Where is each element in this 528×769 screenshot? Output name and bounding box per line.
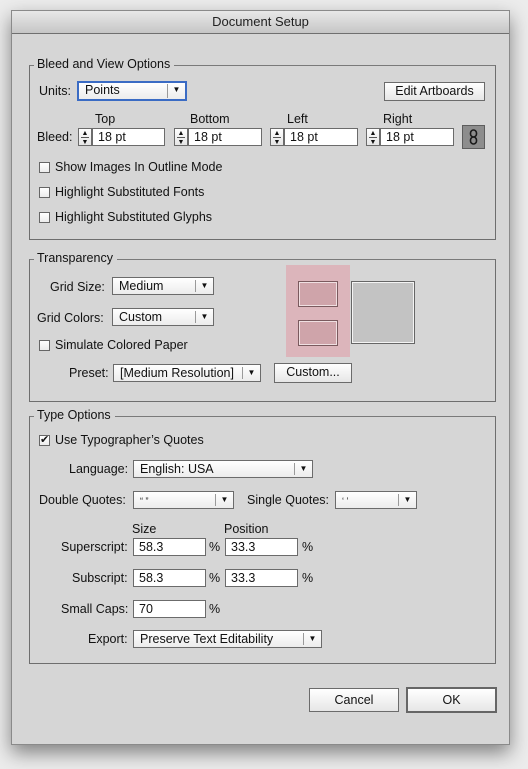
export-select[interactable]: Preserve Text Editability ▼ xyxy=(133,630,322,648)
small-caps-label: Small Caps: xyxy=(61,602,129,616)
superscript-position-percent: % xyxy=(302,540,314,554)
grid-color-preview xyxy=(286,265,350,357)
subscript-size-input[interactable]: 58.3 xyxy=(133,569,206,587)
dropdown-arrow-icon: ▼ xyxy=(398,494,416,506)
superscript-position-input[interactable]: 33.3 xyxy=(225,538,298,556)
bleed-left-stepper[interactable]: ▲ ▼ xyxy=(270,128,284,146)
highlight-glyphs-checkbox[interactable] xyxy=(39,212,50,223)
subscript-position-percent: % xyxy=(302,571,314,585)
stepper-up-icon: ▲ xyxy=(369,130,377,137)
bleed-left-input[interactable]: 18 pt xyxy=(284,128,358,146)
grid-swatch-2[interactable] xyxy=(298,320,338,346)
language-select[interactable]: English: USA ▼ xyxy=(133,460,313,478)
subscript-size-percent: % xyxy=(209,571,221,585)
grid-colors-label: Grid Colors: xyxy=(37,311,104,325)
edit-artboards-button[interactable]: Edit Artboards xyxy=(384,82,485,101)
stepper-up-icon: ▲ xyxy=(177,130,185,137)
chain-link-icon xyxy=(469,129,478,145)
export-value: Preserve Text Editability xyxy=(140,632,274,646)
bleed-top-input[interactable]: 18 pt xyxy=(92,128,165,146)
stepper-down-icon: ▼ xyxy=(369,139,377,146)
window-title: Document Setup xyxy=(12,11,509,34)
grid-size-value: Medium xyxy=(119,279,164,293)
dropdown-arrow-icon: ▼ xyxy=(195,280,213,292)
position-header: Position xyxy=(224,522,269,536)
bleed-right-label: Right xyxy=(383,112,413,126)
grid-colors-select[interactable]: Custom ▼ xyxy=(112,308,214,326)
single-quotes-value: ‘ ’ xyxy=(342,496,349,506)
superscript-label: Superscript: xyxy=(61,540,128,554)
bleed-left-label: Left xyxy=(287,112,308,126)
typographers-quotes-checkbox[interactable]: ✔ xyxy=(39,435,50,446)
preset-label: Preset: xyxy=(69,366,109,380)
dropdown-arrow-icon: ▼ xyxy=(167,84,185,98)
double-quotes-select[interactable]: “ ” ▼ xyxy=(133,491,234,509)
single-quotes-label: Single Quotes: xyxy=(247,493,329,507)
dropdown-arrow-icon: ▼ xyxy=(195,311,213,323)
superscript-size-input[interactable]: 58.3 xyxy=(133,538,206,556)
highlight-glyphs-label: Highlight Substituted Glyphs xyxy=(55,210,213,224)
show-images-outline-label: Show Images In Outline Mode xyxy=(55,160,223,174)
bleed-right-input[interactable]: 18 pt xyxy=(380,128,454,146)
dropdown-arrow-icon: ▼ xyxy=(294,463,312,475)
preset-select[interactable]: [Medium Resolution] ▼ xyxy=(113,364,261,382)
typographers-quotes-label: Use Typographer’s Quotes xyxy=(55,433,204,447)
language-label: Language: xyxy=(69,462,129,476)
units-value: Points xyxy=(85,83,120,97)
bleed-top-label: Top xyxy=(95,112,116,126)
paper-color-swatch[interactable] xyxy=(351,281,415,344)
language-value: English: USA xyxy=(140,462,214,476)
stepper-up-icon: ▲ xyxy=(81,130,89,137)
grid-size-select[interactable]: Medium ▼ xyxy=(112,277,214,295)
highlight-fonts-checkbox[interactable] xyxy=(39,187,50,198)
subscript-label: Subscript: xyxy=(72,571,128,585)
units-select[interactable]: Points ▼ xyxy=(77,81,187,101)
bleed-bottom-stepper[interactable]: ▲ ▼ xyxy=(174,128,188,146)
link-bleed-values-button[interactable] xyxy=(462,125,485,149)
transparency-title: Transparency xyxy=(34,251,117,265)
small-caps-input[interactable]: 70 xyxy=(133,600,206,618)
checkmark-icon: ✔ xyxy=(40,434,50,446)
highlight-fonts-label: Highlight Substituted Fonts xyxy=(55,185,205,199)
size-header: Size xyxy=(132,522,157,536)
double-quotes-label: Double Quotes: xyxy=(39,493,126,507)
bleed-bottom-input[interactable]: 18 pt xyxy=(188,128,262,146)
grid-size-label: Grid Size: xyxy=(50,280,105,294)
single-quotes-select[interactable]: ‘ ’ ▼ xyxy=(335,491,417,509)
dropdown-arrow-icon: ▼ xyxy=(242,367,260,379)
cancel-button[interactable]: Cancel xyxy=(309,688,399,712)
simulate-paper-checkbox[interactable] xyxy=(39,340,50,351)
grid-swatch-1[interactable] xyxy=(298,281,338,307)
double-quotes-value: “ ” xyxy=(140,496,149,506)
subscript-position-input[interactable]: 33.3 xyxy=(225,569,298,587)
bleed-bottom-label: Bottom xyxy=(190,112,230,126)
preset-value: [Medium Resolution] xyxy=(120,366,234,380)
stepper-down-icon: ▼ xyxy=(81,139,89,146)
small-caps-percent: % xyxy=(209,602,221,616)
simulate-paper-label: Simulate Colored Paper xyxy=(55,338,188,352)
show-images-outline-checkbox[interactable] xyxy=(39,162,50,173)
units-label: Units: xyxy=(39,84,71,98)
bleed-label: Bleed: xyxy=(37,130,73,144)
bleed-top-stepper[interactable]: ▲ ▼ xyxy=(78,128,92,146)
dropdown-arrow-icon: ▼ xyxy=(215,494,233,506)
stepper-down-icon: ▼ xyxy=(177,139,185,146)
stepper-up-icon: ▲ xyxy=(273,130,281,137)
export-label: Export: xyxy=(88,632,128,646)
stepper-down-icon: ▼ xyxy=(273,139,281,146)
dropdown-arrow-icon: ▼ xyxy=(303,633,321,645)
custom-transparency-button[interactable]: Custom... xyxy=(274,363,352,383)
superscript-size-percent: % xyxy=(209,540,221,554)
bleed-view-title: Bleed and View Options xyxy=(34,57,175,71)
document-setup-dialog: Document Setup Bleed and View Options Un… xyxy=(11,10,510,745)
grid-colors-value: Custom xyxy=(119,310,163,324)
bleed-right-stepper[interactable]: ▲ ▼ xyxy=(366,128,380,146)
ok-button[interactable]: OK xyxy=(406,687,497,713)
type-options-title: Type Options xyxy=(34,408,115,422)
